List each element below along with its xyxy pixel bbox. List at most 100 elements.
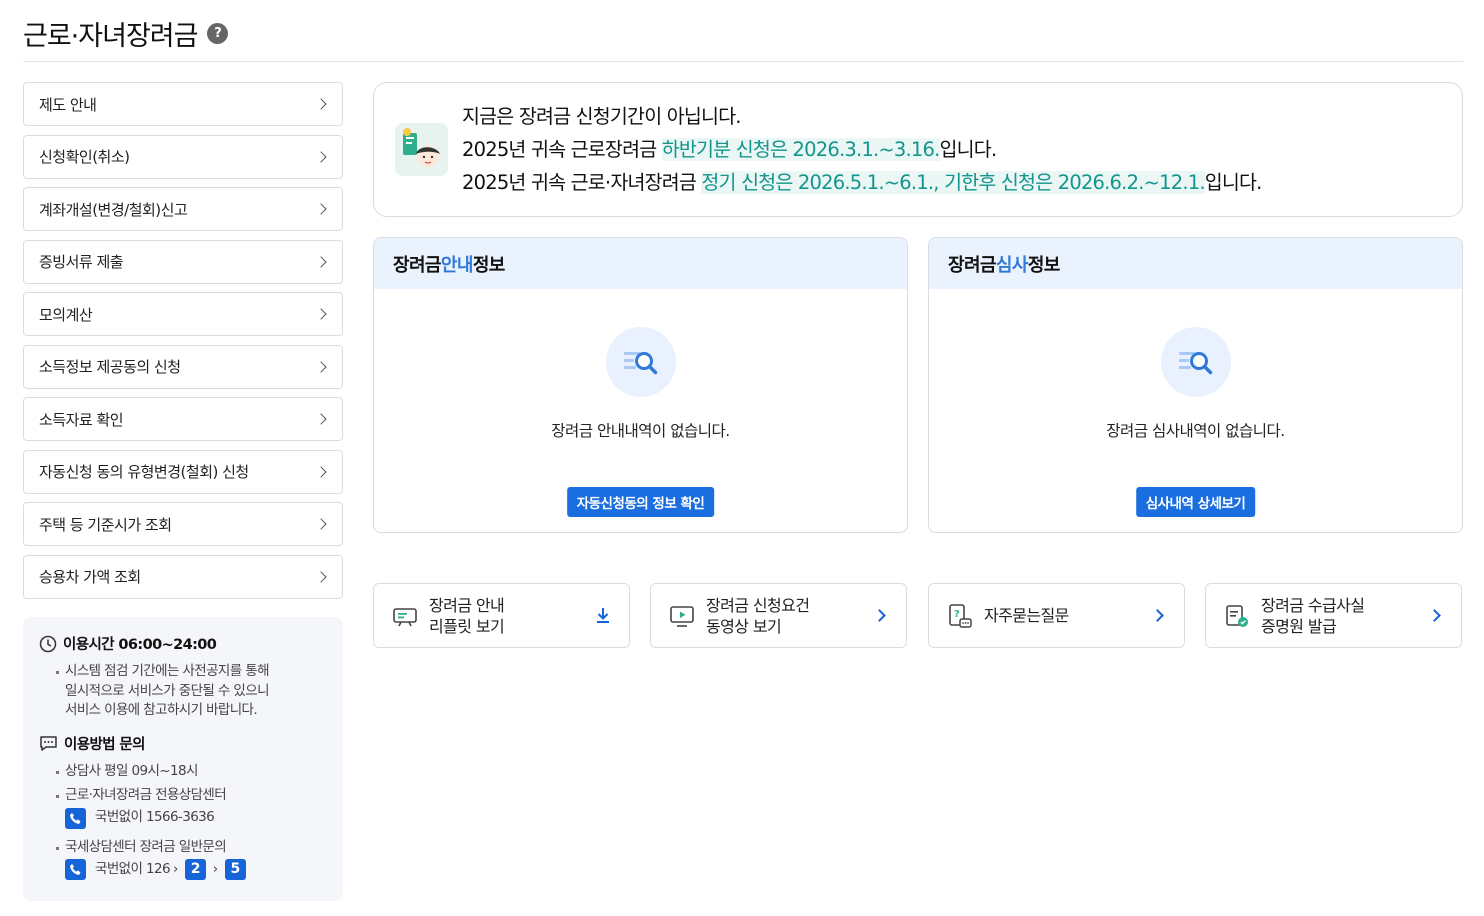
notice-text: 지금은 장려금 신청기간이 아닙니다. 2025년 귀속 근로장려금 하반기분 … xyxy=(462,100,1262,199)
notice-line-3: 2025년 귀속 근로·자녀장려금 정기 신청은 2026.5.1.~6.1.,… xyxy=(462,166,1262,199)
quick-link-line: 장려금 수급사실 xyxy=(1261,595,1365,615)
chat-bubble-icon xyxy=(40,735,57,751)
quick-link-line: 리플릿 보기 xyxy=(429,616,505,636)
quick-link-label: 장려금 수급사실 증명원 발급 xyxy=(1261,595,1430,637)
chevron-right-icon xyxy=(1428,609,1441,622)
separator-chevron: › xyxy=(172,860,178,877)
notice-character-icon xyxy=(395,123,448,176)
menu-step-badge: 2 xyxy=(184,859,206,880)
review-detail-button[interactable]: 심사내역 상세보기 xyxy=(1135,487,1256,517)
chevron-right-icon xyxy=(315,360,327,373)
chevron-right-icon xyxy=(315,413,327,425)
notice-highlight: 하반기분 신청은 2026.3.1.~3.16. xyxy=(661,138,940,161)
auto-apply-consent-button[interactable]: 자동신청동의 정보 확인 xyxy=(566,487,715,517)
card-body: 장려금 심사내역이 없습니다. 심사내역 상세보기 xyxy=(929,289,1462,532)
service-info-box: 이용시간 06:00~24:00 시스템 점검 기간에는 사전공지를 통해 일시… xyxy=(23,617,343,901)
sidebar-item-house-price[interactable]: 주택 등 기준시가 조회 xyxy=(23,502,343,546)
notice-line-2: 2025년 귀속 근로장려금 하반기분 신청은 2026.3.1.~3.16.입… xyxy=(462,133,1262,166)
page-title: 근로·자녀장려금 ? xyxy=(23,14,229,53)
service-hours-note: 시스템 점검 기간에는 사전공지를 통해 일시적으로 서비스가 중단될 수 있으… xyxy=(54,662,327,721)
sidebar-item-label: 소득정보 제공동의 신청 xyxy=(39,358,181,376)
card-title-accent: 안내 xyxy=(440,254,474,276)
card-title-text: 정보 xyxy=(472,254,506,276)
notice-text-segment: 입니다. xyxy=(939,138,998,161)
quick-link-line: 동영상 보기 xyxy=(706,616,782,636)
faq-icon: ? xyxy=(949,603,972,628)
video-link[interactable]: 장려금 신청요건 동영상 보기 xyxy=(650,583,907,648)
leaflet-icon xyxy=(393,607,417,626)
sidebar-item-label: 주택 등 기준시가 조회 xyxy=(39,515,172,534)
inquiry-title: 이용방법 문의 xyxy=(64,736,145,753)
chevron-right-icon xyxy=(315,150,327,163)
application-period-notice: 지금은 장려금 신청기간이 아닙니다. 2025년 귀속 근로장려금 하반기분 … xyxy=(373,82,1463,217)
chevron-right-icon xyxy=(315,308,327,320)
notice-text-segment: 입니다. xyxy=(1204,171,1263,194)
card-title-text: 장려금 xyxy=(948,254,996,276)
sidebar-item-auto-apply-change[interactable]: 자동신청 동의 유형변경(철회) 신청 xyxy=(23,449,343,494)
notice-text-segment: 2025년 귀속 근로·자녀장려금 xyxy=(462,171,702,194)
chevron-right-icon xyxy=(1151,609,1164,622)
chevron-right-icon xyxy=(315,255,327,268)
search-document-icon xyxy=(605,327,676,397)
leaflet-link[interactable]: 장려금 안내 리플릿 보기 xyxy=(373,583,630,648)
phone-line-1: 국번없이 1566-3636 xyxy=(54,807,327,829)
page-title-text: 근로·자녀장려금 xyxy=(23,21,198,52)
sidebar-item-account-report[interactable]: 계좌개설(변경/철회)신고 xyxy=(23,187,343,231)
quick-link-label: 장려금 신청요건 동영상 보기 xyxy=(706,595,875,637)
service-hours-heading: 이용시간 06:00~24:00 xyxy=(39,633,327,654)
chevron-right-icon xyxy=(873,609,886,622)
chevron-right-icon xyxy=(315,465,327,478)
quick-link-label: 자주묻는질문 xyxy=(984,605,1153,626)
quick-link-line: 자주묻는질문 xyxy=(984,606,1069,625)
card-title: 장려금 안내 정보 xyxy=(374,238,907,289)
help-icon[interactable]: ? xyxy=(207,23,229,44)
card-body: 장려금 안내내역이 없습니다. 자동신청동의 정보 확인 xyxy=(374,289,907,532)
sidebar-item-label: 제도 안내 xyxy=(39,95,97,114)
card-title: 장려금 심사 정보 xyxy=(929,238,1462,289)
sidebar-item-system-guide[interactable]: 제도 안내 xyxy=(23,82,343,126)
sidebar-item-income-consent[interactable]: 소득정보 제공동의 신청 xyxy=(23,344,343,389)
sidebar-item-label: 신청확인(취소) xyxy=(39,148,130,166)
certificate-icon xyxy=(1226,604,1248,627)
inquiry-item: 국세상담센터 장려금 일반문의 xyxy=(54,838,327,858)
quick-link-line: 장려금 안내 xyxy=(429,595,505,615)
service-hours-note-line: 일시적으로 서비스가 중단될 수 있으니 xyxy=(65,682,269,699)
sidebar-item-label: 계좌개설(변경/철회)신고 xyxy=(39,200,188,219)
notice-text-segment: 2025년 귀속 근로장려금 xyxy=(462,138,662,161)
phone-icon xyxy=(65,807,86,829)
inquiry-list: 상담사 평일 09시~18시 근로·자녀장려금 전용상담센터 국번없이 1566… xyxy=(54,762,327,880)
title-divider xyxy=(23,61,1463,62)
inquiry-item: 근로·자녀장려금 전용상담센터 xyxy=(54,786,327,806)
chevron-right-icon xyxy=(315,570,327,583)
phone-icon xyxy=(65,859,86,880)
chevron-right-icon xyxy=(315,203,327,215)
review-info-card: 장려금 심사 정보 장려금 심사내역이 없습니다. 심사내역 상세보기 xyxy=(928,237,1463,533)
quick-link-line: 장려금 신청요건 xyxy=(706,595,810,615)
sidebar-item-application-check[interactable]: 신청확인(취소) xyxy=(23,134,343,179)
quick-link-line: 증명원 발급 xyxy=(1261,616,1337,636)
guide-info-card: 장려금 안내 정보 장려금 안내내역이 없습니다. 자동신청동의 정보 확인 xyxy=(373,237,908,533)
search-document-icon xyxy=(1160,327,1231,397)
card-title-text: 장려금 xyxy=(393,254,441,276)
faq-link[interactable]: ? 자주묻는질문 xyxy=(928,583,1185,648)
svg-text:?: ? xyxy=(954,609,960,620)
sidebar-item-car-price[interactable]: 승용차 가액 조회 xyxy=(23,554,343,599)
sidebar-item-income-data[interactable]: 소득자료 확인 xyxy=(23,397,343,441)
service-hours-note-line: 시스템 점검 기간에는 사전공지를 통해 xyxy=(54,662,327,682)
sidebar-menu: 제도 안내 신청확인(취소) 계좌개설(변경/철회)신고 증빙서류 제출 모의계… xyxy=(23,82,343,607)
card-title-text: 정보 xyxy=(1027,254,1061,276)
service-hours-note-line: 서비스 이용에 참고하시기 바랍니다. xyxy=(65,702,258,718)
phone-number: 국번없이 1566-3636 xyxy=(95,809,215,826)
inquiry-item: 상담사 평일 09시~18시 xyxy=(54,762,327,782)
sidebar-item-simulation[interactable]: 모의계산 xyxy=(23,292,343,336)
service-hours-title: 이용시간 06:00~24:00 xyxy=(63,637,217,653)
chevron-right-icon xyxy=(315,98,327,110)
chevron-right-icon xyxy=(315,518,327,530)
sidebar-item-submit-documents[interactable]: 증빙서류 제출 xyxy=(23,239,343,284)
card-title-accent: 심사 xyxy=(995,254,1029,276)
empty-message: 장려금 심사내역이 없습니다. xyxy=(1106,422,1285,440)
inquiry-heading: 이용방법 문의 xyxy=(39,733,327,754)
sidebar-item-label: 소득자료 확인 xyxy=(39,410,124,429)
certificate-link[interactable]: 장려금 수급사실 증명원 발급 xyxy=(1205,583,1462,648)
video-icon xyxy=(670,605,694,627)
